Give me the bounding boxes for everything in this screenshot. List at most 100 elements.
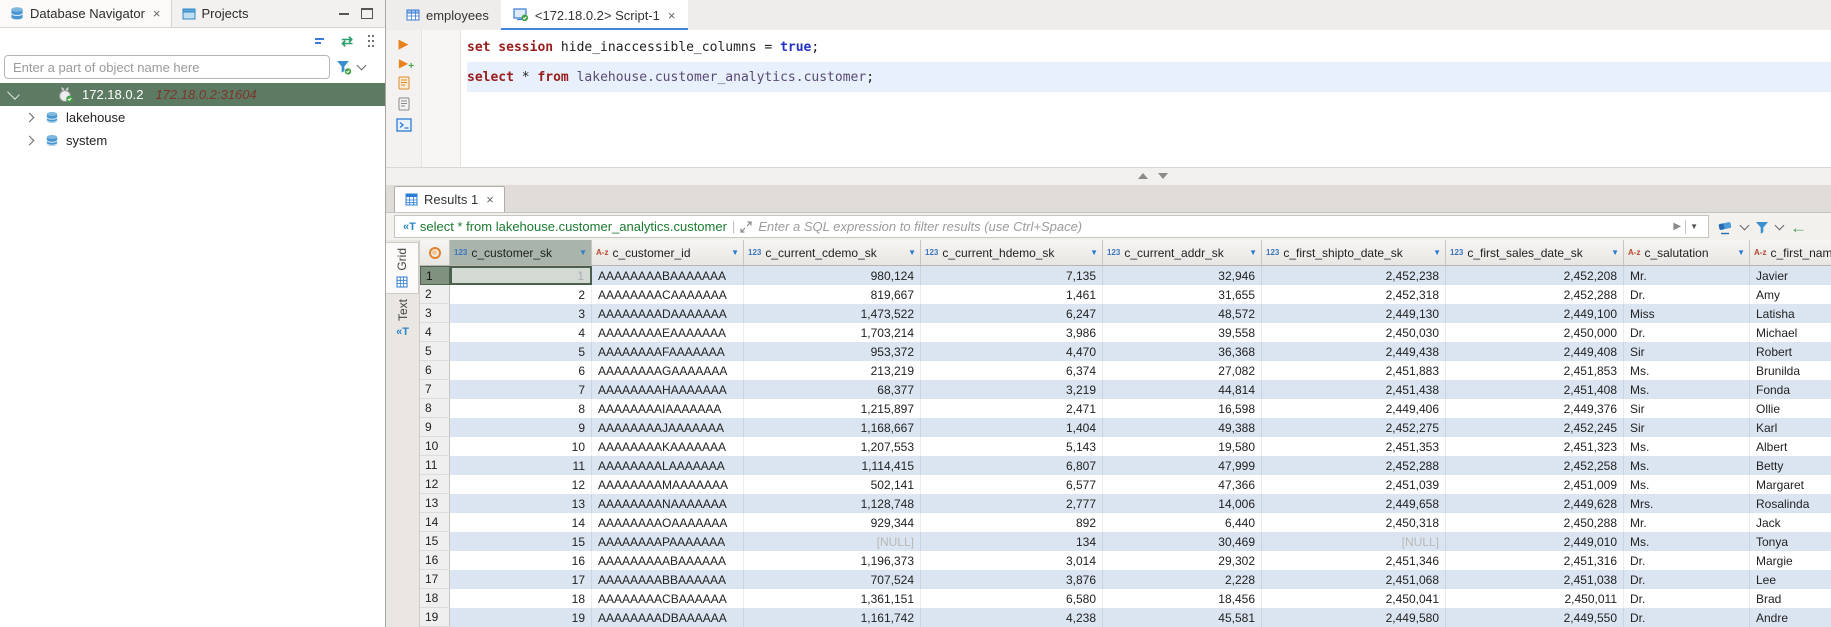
column-header-c_customer_id[interactable]: A-zc_customer_id▼ bbox=[592, 240, 744, 265]
grid-cell[interactable]: 47,366 bbox=[1103, 475, 1262, 494]
grid-cell[interactable]: 11 bbox=[450, 456, 592, 475]
grid-cell[interactable]: Miss bbox=[1624, 304, 1750, 323]
table-row[interactable]: 88AAAAAAAAIAAAAAAA1,215,8972,47116,5982,… bbox=[420, 399, 1831, 418]
row-number[interactable]: 15 bbox=[420, 532, 450, 551]
grid-cell[interactable]: AAAAAAAAOAAAAAAA bbox=[592, 513, 744, 532]
grid-cell[interactable]: 29,302 bbox=[1103, 551, 1262, 570]
grid-cell[interactable]: 1,207,553 bbox=[744, 437, 921, 456]
apply-filter-icon[interactable]: ▶ bbox=[1673, 221, 1681, 232]
grid-cell[interactable]: 8 bbox=[450, 399, 592, 418]
grid-cell[interactable]: 2,449,376 bbox=[1446, 399, 1624, 418]
grid-cell[interactable]: Ms. bbox=[1624, 361, 1750, 380]
tab-text-view[interactable]: Text «T bbox=[386, 294, 419, 343]
collapse-all-icon[interactable] bbox=[314, 36, 327, 46]
table-row[interactable]: 1616AAAAAAAAABAAAAAA1,196,3733,01429,302… bbox=[420, 551, 1831, 570]
grid-cell[interactable]: Sir bbox=[1624, 399, 1750, 418]
grid-cell[interactable]: 2,449,408 bbox=[1446, 342, 1624, 361]
column-header-c_current_hdemo_sk[interactable]: 123c_current_hdemo_sk▼ bbox=[921, 240, 1103, 265]
sort-dropdown-icon[interactable]: ▼ bbox=[1090, 248, 1098, 257]
grid-cell[interactable]: 1,703,214 bbox=[744, 323, 921, 342]
grid-cell[interactable]: 2,450,288 bbox=[1446, 513, 1624, 532]
grid-cell[interactable]: Betty bbox=[1750, 456, 1831, 475]
grid-cell[interactable]: AAAAAAAADAAAAAAA bbox=[592, 304, 744, 323]
grid-cell[interactable]: 1,114,415 bbox=[744, 456, 921, 475]
row-number[interactable]: 8 bbox=[420, 399, 450, 418]
grid-cell[interactable]: 19 bbox=[450, 608, 592, 627]
grid-cell[interactable]: 7,135 bbox=[921, 266, 1103, 285]
grid-cell[interactable]: Ms. bbox=[1624, 437, 1750, 456]
grid-cell[interactable]: 134 bbox=[921, 532, 1103, 551]
table-row[interactable]: 1414AAAAAAAAOAAAAAAA929,3448926,4402,450… bbox=[420, 513, 1831, 532]
grid-cell[interactable]: 2,450,030 bbox=[1262, 323, 1446, 342]
tab-employees[interactable]: employees bbox=[394, 0, 501, 30]
grid-cell[interactable]: 14 bbox=[450, 513, 592, 532]
filter-history-dropdown-icon[interactable]: ▼ bbox=[1690, 222, 1698, 231]
grid-cell[interactable]: 2,449,406 bbox=[1262, 399, 1446, 418]
grid-cell[interactable]: 4 bbox=[450, 323, 592, 342]
grid-cell[interactable]: 1,404 bbox=[921, 418, 1103, 437]
grid-cell[interactable]: 44,814 bbox=[1103, 380, 1262, 399]
table-row[interactable]: 66AAAAAAAAGAAAAAAA213,2196,37427,0822,45… bbox=[420, 361, 1831, 380]
grid-cell[interactable]: 7 bbox=[450, 380, 592, 399]
sort-dropdown-icon[interactable]: ▼ bbox=[1433, 248, 1441, 257]
grid-cell[interactable]: Fonda bbox=[1750, 380, 1831, 399]
grid-cell[interactable]: 10 bbox=[450, 437, 592, 456]
grid-cell[interactable]: 2,452,318 bbox=[1262, 285, 1446, 304]
column-header-c_salutation[interactable]: A-zc_salutation▼ bbox=[1624, 240, 1750, 265]
grid-cell[interactable]: 2,452,238 bbox=[1262, 266, 1446, 285]
grid-cell[interactable]: 3,014 bbox=[921, 551, 1103, 570]
grid-cell[interactable]: Tonya bbox=[1750, 532, 1831, 551]
row-number[interactable]: 3 bbox=[420, 304, 450, 323]
column-header-c_current_cdemo_sk[interactable]: 123c_current_cdemo_sk▼ bbox=[744, 240, 921, 265]
grid-cell[interactable]: 6,247 bbox=[921, 304, 1103, 323]
grid-cell[interactable]: 6,577 bbox=[921, 475, 1103, 494]
row-number[interactable]: 5 bbox=[420, 342, 450, 361]
row-number[interactable]: 14 bbox=[420, 513, 450, 532]
grid-cell[interactable]: 5 bbox=[450, 342, 592, 361]
grid-cell[interactable]: 2,451,883 bbox=[1262, 361, 1446, 380]
execute-new-tab-button[interactable]: ▶+ bbox=[399, 57, 408, 69]
grid-cell[interactable]: 4,470 bbox=[921, 342, 1103, 361]
grid-cell[interactable]: AAAAAAAALAAAAAAA bbox=[592, 456, 744, 475]
grid-cell[interactable]: AAAAAAAACBAAAAAA bbox=[592, 589, 744, 608]
grid-cell[interactable]: 15 bbox=[450, 532, 592, 551]
grid-cell[interactable]: 819,667 bbox=[744, 285, 921, 304]
row-number[interactable]: 17 bbox=[420, 570, 450, 589]
sort-dropdown-icon[interactable]: ▼ bbox=[908, 248, 916, 257]
grid-cell[interactable]: 18,456 bbox=[1103, 589, 1262, 608]
tree-item-connection[interactable]: 172.18.0.2 172.18.0.2:31604 bbox=[0, 83, 385, 106]
grid-cell[interactable]: AAAAAAAABBAAAAAA bbox=[592, 570, 744, 589]
grid-cell[interactable]: 2,450,318 bbox=[1262, 513, 1446, 532]
table-row[interactable]: 1717AAAAAAAABBAAAAAA707,5243,8762,2282,4… bbox=[420, 570, 1831, 589]
grid-cell[interactable]: 2 bbox=[450, 285, 592, 304]
grid-cell[interactable]: 2,449,010 bbox=[1446, 532, 1624, 551]
grid-cell[interactable]: 39,558 bbox=[1103, 323, 1262, 342]
row-number[interactable]: 16 bbox=[420, 551, 450, 570]
chevron-down-icon[interactable] bbox=[357, 61, 367, 71]
tab-script-1[interactable]: <172.18.0.2> Script-1 × bbox=[501, 0, 688, 30]
grid-cell[interactable]: Mr. bbox=[1624, 513, 1750, 532]
chevron-down-icon[interactable] bbox=[1740, 221, 1750, 231]
grid-cell[interactable]: 14,006 bbox=[1103, 494, 1262, 513]
grid-cell[interactable]: 1,461 bbox=[921, 285, 1103, 304]
table-row[interactable]: 1010AAAAAAAAKAAAAAAA1,207,5535,14319,580… bbox=[420, 437, 1831, 456]
grid-cell[interactable]: 2,450,041 bbox=[1262, 589, 1446, 608]
grid-cell[interactable]: 5,143 bbox=[921, 437, 1103, 456]
grid-cell[interactable]: 1,128,748 bbox=[744, 494, 921, 513]
grid-cell[interactable]: 2,449,550 bbox=[1446, 608, 1624, 627]
grid-cell[interactable]: Rosalinda bbox=[1750, 494, 1831, 513]
row-number[interactable]: 12 bbox=[420, 475, 450, 494]
grid-cell[interactable]: [NULL] bbox=[1262, 532, 1446, 551]
grid-cell[interactable]: Mr. bbox=[1624, 266, 1750, 285]
grid-cell[interactable]: 2,452,275 bbox=[1262, 418, 1446, 437]
chevron-down-icon[interactable] bbox=[1775, 221, 1785, 231]
grid-cell[interactable]: 18 bbox=[450, 589, 592, 608]
grid-cell[interactable]: Margie bbox=[1750, 551, 1831, 570]
erase-filter-icon[interactable] bbox=[1717, 220, 1734, 235]
maximize-icon[interactable] bbox=[361, 8, 373, 19]
table-row[interactable]: 1212AAAAAAAAMAAAAAAA502,1416,57747,3662,… bbox=[420, 475, 1831, 494]
tree-item-system[interactable]: system bbox=[0, 129, 385, 152]
grid-cell[interactable]: 6,374 bbox=[921, 361, 1103, 380]
grid-cell[interactable]: AAAAAAAAPAAAAAAA bbox=[592, 532, 744, 551]
expand-filter-icon[interactable] bbox=[740, 221, 752, 233]
